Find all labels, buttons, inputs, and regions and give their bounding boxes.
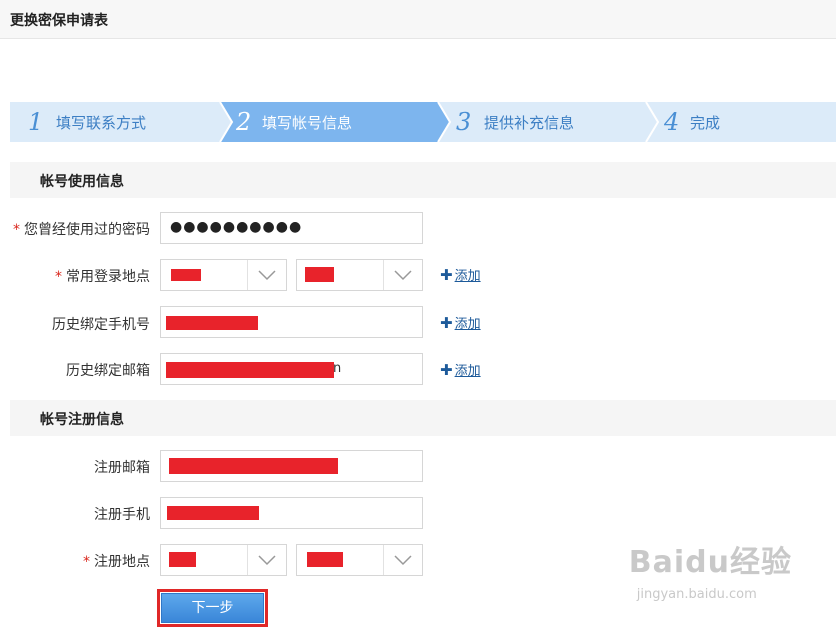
chevron-down-icon xyxy=(394,270,412,281)
location-label: * 常用登录地点 xyxy=(55,269,150,285)
chevron-down-icon xyxy=(258,270,276,281)
required-mark: * xyxy=(13,222,20,238)
reg-email-label: 注册邮箱 xyxy=(94,460,150,476)
step-4-number: 4 xyxy=(664,108,680,136)
required-mark: * xyxy=(83,554,90,570)
reg-province-select[interactable] xyxy=(160,544,287,576)
redacted-value xyxy=(307,552,343,567)
watermark-url: jingyan.baidu.com xyxy=(636,587,757,602)
step-3-label: 提供补充信息 xyxy=(484,114,575,132)
add-location-link[interactable]: ✚ 添加 xyxy=(440,265,481,284)
step-1: 1 填写联系方式 xyxy=(10,102,220,142)
redacted-value xyxy=(169,458,338,474)
email-tail-text: n xyxy=(333,361,342,376)
email-history-field[interactable]: n xyxy=(160,353,423,385)
chevron-down-icon xyxy=(394,555,412,566)
page-title: 更换密保申请表 xyxy=(10,13,108,29)
step-3: 3 提供补充信息 xyxy=(438,102,646,142)
reg-phone-field[interactable] xyxy=(160,497,423,529)
add-phone-link[interactable]: ✚ 添加 xyxy=(440,313,481,332)
password-field[interactable]: ●●●●●●●●●● xyxy=(160,212,423,244)
phone-history-label: 历史绑定手机号 xyxy=(52,317,150,333)
step-1-label: 填写联系方式 xyxy=(56,114,147,132)
step-2-number: 2 xyxy=(236,108,252,136)
required-mark: * xyxy=(55,269,62,285)
section-register-title: 帐号注册信息 xyxy=(40,412,124,428)
step-indicator: 1 填写联系方式 2 填写帐号信息 3 提供补充信息 4 完成 xyxy=(10,102,836,142)
location-province-select[interactable] xyxy=(160,259,287,291)
watermark-logo-text: Baidu经验 xyxy=(628,545,792,580)
reg-location-label: * 注册地点 xyxy=(83,554,150,570)
baidu-watermark: Baidu经验 jingyan.baidu.com xyxy=(628,537,792,602)
step-2-label: 填写帐号信息 xyxy=(262,114,353,132)
section-register-header: 帐号注册信息 xyxy=(10,400,836,436)
phone-history-field[interactable] xyxy=(160,306,423,338)
step-4: 4 完成 xyxy=(646,102,836,142)
email-history-label: 历史绑定邮箱 xyxy=(66,363,150,379)
redacted-value xyxy=(169,552,196,567)
step-3-number: 3 xyxy=(456,108,472,136)
plus-icon: ✚ xyxy=(440,314,453,332)
password-label: * 您曾经使用过的密码 xyxy=(13,222,150,238)
title-bar: 更换密保申请表 xyxy=(0,0,836,39)
step-2: 2 填写帐号信息 xyxy=(220,102,438,142)
next-button-highlight: 下一步 xyxy=(157,589,268,627)
plus-icon: ✚ xyxy=(440,361,453,379)
reg-phone-label: 注册手机 xyxy=(94,507,150,523)
redacted-value xyxy=(166,362,334,378)
redacted-value xyxy=(305,267,334,282)
reg-city-select[interactable] xyxy=(296,544,423,576)
location-city-select[interactable] xyxy=(296,259,423,291)
add-email-link[interactable]: ✚ 添加 xyxy=(440,360,481,379)
redacted-value xyxy=(171,269,201,281)
password-value: ●●●●●●●●●● xyxy=(170,219,303,235)
redacted-value xyxy=(167,506,259,520)
section-usage-header: 帐号使用信息 xyxy=(10,162,836,198)
plus-icon: ✚ xyxy=(440,266,453,284)
chevron-area xyxy=(383,545,422,575)
chevron-down-icon xyxy=(258,555,276,566)
section-usage-title: 帐号使用信息 xyxy=(40,174,124,190)
step-4-label: 完成 xyxy=(690,114,721,132)
next-button[interactable]: 下一步 xyxy=(161,593,264,623)
reg-email-field[interactable] xyxy=(160,450,423,482)
step-1-number: 1 xyxy=(28,108,44,136)
chevron-area xyxy=(247,545,286,575)
redacted-value xyxy=(166,316,258,330)
chevron-area xyxy=(383,260,422,290)
chevron-area xyxy=(247,260,286,290)
